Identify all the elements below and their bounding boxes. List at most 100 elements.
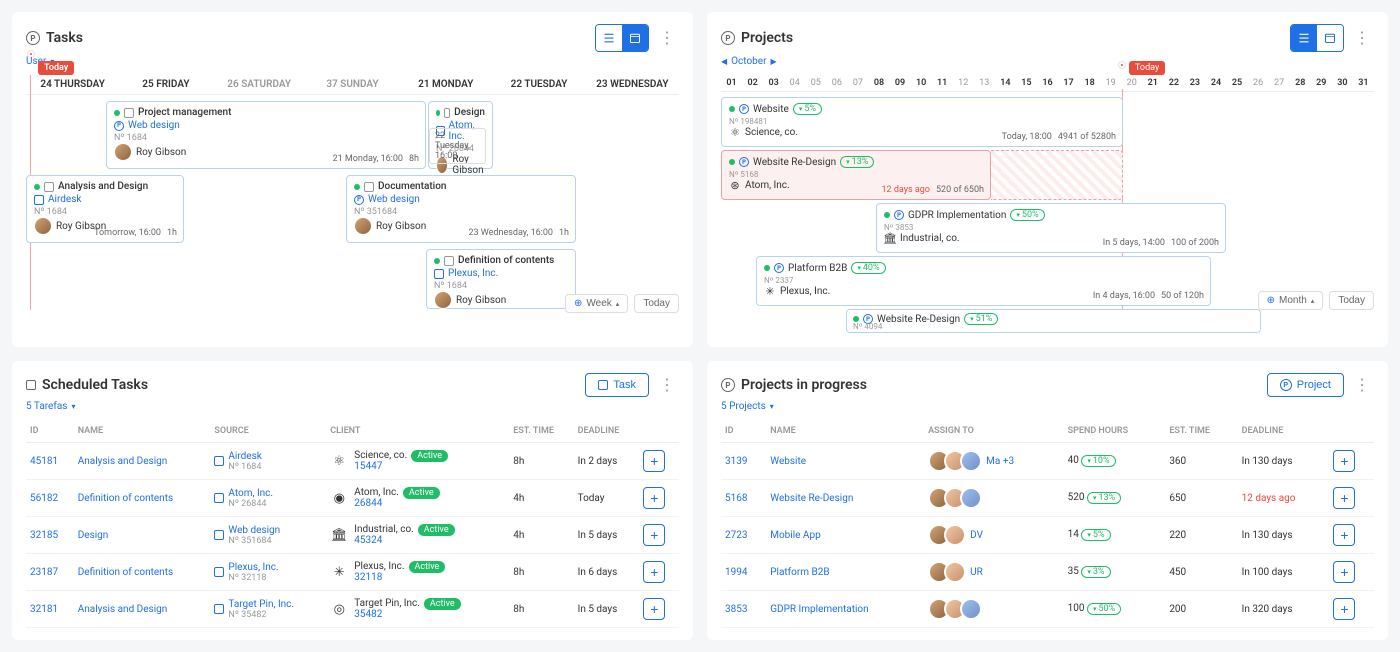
zoom-month-button[interactable]: ⊕Month▴ [1258,291,1324,310]
row-name[interactable]: Website Re-Design [766,480,924,517]
row-id[interactable]: 1994 [721,554,766,591]
row-deadline: In 100 days [1238,554,1330,591]
projects-title-text: Projects [741,30,793,46]
row-assign: DV [924,517,1063,554]
row-name[interactable]: Analysis and Design [74,591,211,628]
progress-filter-dropdown[interactable]: 5 Projects▾ [721,401,1374,412]
day-column: 02 [742,75,763,91]
today-button[interactable]: Today [634,294,679,313]
projects-view-toggle [1290,24,1344,52]
row-id[interactable]: 23187 [26,554,74,591]
table-header: EST. TIME [509,420,573,443]
task-card-design[interactable]: Design Atom, Inc. Nº 26844 Roy Gibson 22… [428,101,493,169]
row-id[interactable]: 5168 [721,480,766,517]
day-column: 03 [763,75,784,91]
table-row[interactable]: 3139 Website Ma +3 40 10% 360 In 130 day… [721,443,1374,480]
row-spend: 520 13% [1064,480,1166,517]
add-row-button[interactable]: + [643,561,665,583]
add-row-button[interactable]: + [1333,487,1355,509]
row-assign [924,480,1063,517]
projects-month-nav[interactable]: ◀October▶ [721,56,1374,67]
add-row-button[interactable]: + [643,450,665,472]
row-id[interactable]: 3139 [721,443,766,480]
table-row[interactable]: 32181 Analysis and Design Target Pin, In… [26,591,679,628]
row-deadline: In 5 days [574,517,640,554]
progress-more-button[interactable]: ⋮ [1350,375,1374,395]
tasks-title: P Tasks [26,30,83,46]
table-row[interactable]: 5168 Website Re-Design 520 13% 650 12 da… [721,480,1374,517]
add-row-button[interactable]: + [1333,450,1355,472]
day-column: 14 [995,75,1016,91]
project-card-redesign2[interactable]: PWebsite Re-Design51% Nº 4094 [846,309,1261,333]
table-row[interactable]: 2723 Mobile App DV 14 5% 220 In 130 days… [721,517,1374,554]
row-deadline: Today [574,480,640,517]
projects-timeline: PWebsite5% Nº 198481 ⚛Science, co. Today… [721,92,1374,332]
task-card-analysis[interactable]: Analysis and Design Airdesk Nº 1684 Roy … [26,175,184,243]
tasks-day-header: Today 24 THURSDAY25 FRIDAY26 SATURDAY37 … [26,75,679,95]
row-assign: UR [924,554,1063,591]
zoom-week-button[interactable]: ⊕Week▴ [565,294,628,313]
row-name[interactable]: Design [74,517,211,554]
row-name[interactable]: Analysis and Design [74,443,211,480]
row-assign: Ma +3 [924,443,1063,480]
table-row[interactable]: 45181 Analysis and Design AirdeskNº 1684… [26,443,679,480]
task-card-pm[interactable]: Project management PWeb design Nº 1684 R… [106,101,426,169]
table-row[interactable]: 56182 Definition of contents Atom, Inc.N… [26,480,679,517]
project-card-redesign[interactable]: PWebsite Re-Design13% Nº 5168 ⊛Atom, Inc… [721,150,991,200]
row-name[interactable]: GDPR Implementation [766,591,924,628]
day-column: 07 [847,75,868,91]
row-est: 650 [1165,480,1237,517]
calendar-view-button[interactable] [1317,25,1343,51]
list-view-button[interactable] [596,25,622,51]
project-card-website[interactable]: PWebsite5% Nº 198481 ⚛Science, co. Today… [721,97,1123,147]
add-row-button[interactable]: + [643,598,665,620]
row-name[interactable]: Platform B2B [766,554,924,591]
table-row[interactable]: 23187 Definition of contents Plexus, Inc… [26,554,679,591]
tasks-more-button[interactable]: ⋮ [655,28,679,48]
table-row[interactable]: 1994 Platform B2B UR 35 3% 450 In 100 da… [721,554,1374,591]
project-card-platform[interactable]: PPlatform B2B40% Nº 2337 ✳Plexus, Inc. I… [756,256,1211,306]
row-source: Plexus, Inc.Nº 32118 [210,554,326,591]
calendar-view-button[interactable] [622,25,648,51]
row-name[interactable]: Website [766,443,924,480]
day-column: 20 [1121,75,1142,91]
list-view-button[interactable] [1291,25,1317,51]
day-column: 23 [1184,75,1205,91]
row-id[interactable]: 56182 [26,480,74,517]
row-id[interactable]: 2723 [721,517,766,554]
row-name[interactable]: Definition of contents [74,480,211,517]
table-row[interactable]: 32185 Design Web designNº 351684 🏛Indust… [26,517,679,554]
day-column: 01 [721,75,742,91]
add-row-button[interactable]: + [1333,598,1355,620]
tasks-filter-dropdown[interactable]: User▾ [26,56,679,67]
day-column: 17 [1058,75,1079,91]
avatar [960,598,982,620]
projects-more-button[interactable]: ⋮ [1350,28,1374,48]
scheduled-filter-dropdown[interactable]: 5 Tarefas▾ [26,401,679,412]
row-client: 🏛Industrial, co.Active45324 [326,517,509,554]
new-project-button[interactable]: PProject [1267,373,1344,397]
day-column: 05 [805,75,826,91]
add-row-button[interactable]: + [1333,524,1355,546]
row-id[interactable]: 32185 [26,517,74,554]
row-id[interactable]: 45181 [26,443,74,480]
today-button-projects[interactable]: Today [1329,291,1374,310]
add-row-button[interactable]: + [1333,561,1355,583]
row-id[interactable]: 32181 [26,591,74,628]
day-column: 26 [1248,75,1269,91]
row-name[interactable]: Definition of contents [74,554,211,591]
project-card-gdpr[interactable]: PGDPR Implementation50% Nº 3853 🏛Industr… [876,203,1226,253]
row-name[interactable]: Mobile App [766,517,924,554]
scheduled-more-button[interactable]: ⋮ [655,375,679,395]
new-task-button[interactable]: Task [585,373,649,397]
tasks-timeline: Project management PWeb design Nº 1684 R… [26,95,679,335]
add-row-button[interactable]: + [643,487,665,509]
day-column: 21 [1142,75,1163,91]
table-header: ID [721,420,766,443]
table-row[interactable]: 3853 GDPR Implementation 100 50% 200 In … [721,591,1374,628]
row-deadline: In 2 days [574,443,640,480]
row-id[interactable]: 3853 [721,591,766,628]
task-card-def[interactable]: Definition of contents Plexus, Inc. Nº 1… [426,249,576,309]
add-row-button[interactable]: + [643,524,665,546]
task-card-doc[interactable]: Documentation PWeb design Nº 351684 Roy … [346,175,576,243]
